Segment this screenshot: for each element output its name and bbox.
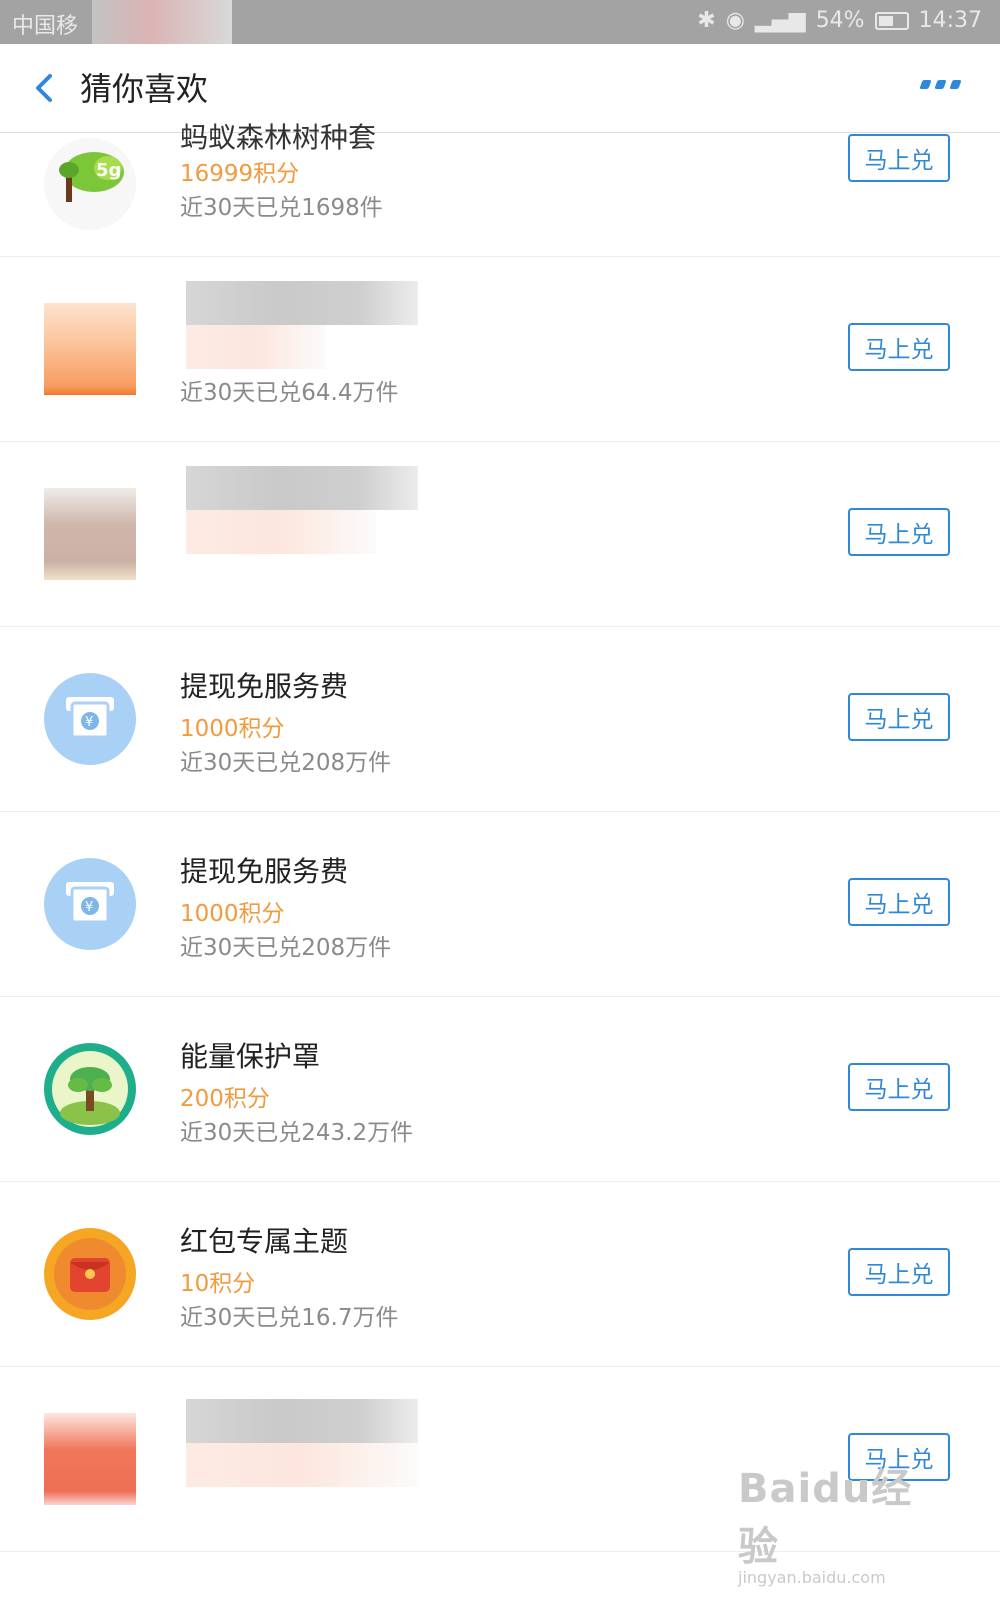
item-sold-count: 近30天已兑1698件 xyxy=(180,195,383,221)
blurred-points xyxy=(186,1443,418,1487)
carrier-label: 中国移 xyxy=(12,14,79,39)
bluetooth-icon: ✱ xyxy=(697,8,716,33)
item-name: 蚂蚁森林树种套 xyxy=(180,121,377,154)
page-title: 猜你喜欢 xyxy=(80,70,209,108)
blurred-red-icon xyxy=(44,1413,136,1505)
watermark: Baidu经验 jingyan.baidu.com xyxy=(738,1456,948,1587)
item-name: 提现免服务费 xyxy=(180,855,349,888)
blurred-points xyxy=(186,325,326,369)
item-sold-count: 近30天已兑208万件 xyxy=(180,935,392,961)
blurred-title xyxy=(186,1399,418,1443)
item-name: 提现免服务费 xyxy=(180,670,349,703)
list-item[interactable]: ¥ 提现免服务费 1000积分 近30天已兑208万件 马上兑 xyxy=(0,627,1000,812)
redeem-button[interactable]: 马上兑 xyxy=(848,323,950,371)
item-sold-count: 近30天已兑208万件 xyxy=(180,750,392,776)
clock: 14:37 xyxy=(918,8,982,33)
tree-shield-icon xyxy=(44,1043,136,1135)
back-arrow-icon[interactable] xyxy=(28,70,64,106)
svg-text:¥: ¥ xyxy=(85,900,93,915)
atm-withdraw-icon: ¥ xyxy=(44,858,136,950)
forest-tree-5g-icon: 5g xyxy=(44,138,136,230)
item-points: 1000积分 xyxy=(180,901,285,927)
item-points: 200积分 xyxy=(180,1086,270,1112)
navigation-bar: 猜你喜欢 xyxy=(0,44,1000,133)
signal-icon: ▂▄▆ xyxy=(754,8,806,33)
blurred-points xyxy=(186,510,376,554)
item-sold-count: 近30天已兑64.4万件 xyxy=(180,380,399,406)
item-points: 10积分 xyxy=(180,1271,256,1297)
watermark-logo: Baidu经验 xyxy=(738,1466,913,1570)
atm-withdraw-icon: ¥ xyxy=(44,673,136,765)
status-icons: ✱ ◉ ▂▄▆ 54% 14:37 xyxy=(697,8,982,33)
svg-text:5g: 5g xyxy=(96,160,121,181)
blurred-title xyxy=(186,466,418,510)
list-item[interactable]: 5g 蚂蚁森林树种套 16999积分 近30天已兑1698件 马上兑 xyxy=(0,121,1000,257)
list-item[interactable]: 能量保护罩 200积分 近30天已兑243.2万件 马上兑 xyxy=(0,997,1000,1182)
redeem-button[interactable]: 马上兑 xyxy=(848,1063,950,1111)
product-list: 5g 蚂蚁森林树种套 16999积分 近30天已兑1698件 马上兑 近30天已… xyxy=(0,121,1000,1552)
eye-icon: ◉ xyxy=(725,8,745,33)
redeem-button[interactable]: 马上兑 xyxy=(848,1248,950,1296)
redeem-button[interactable]: 马上兑 xyxy=(848,134,950,182)
item-sold-count: 近30天已兑16.7万件 xyxy=(180,1305,399,1331)
list-item[interactable]: 马上兑 xyxy=(0,442,1000,627)
blurred-title xyxy=(186,281,418,325)
svg-text:¥: ¥ xyxy=(85,715,93,730)
watermark-url: jingyan.baidu.com xyxy=(738,1568,886,1587)
blurred-orange-icon xyxy=(44,303,136,395)
list-item[interactable]: 红包专属主题 10积分 近30天已兑16.7万件 马上兑 xyxy=(0,1182,1000,1367)
red-envelope-icon xyxy=(44,1228,136,1320)
item-sold-count: 近30天已兑243.2万件 xyxy=(180,1120,414,1146)
battery-icon xyxy=(874,11,909,30)
redeem-button[interactable]: 马上兑 xyxy=(848,878,950,926)
item-points: 1000积分 xyxy=(180,716,285,742)
blurred-brown-icon xyxy=(44,488,136,580)
item-name: 能量保护罩 xyxy=(180,1040,321,1073)
item-name: 红包专属主题 xyxy=(180,1225,349,1258)
list-item[interactable]: 近30天已兑64.4万件 马上兑 xyxy=(0,257,1000,442)
redeem-button[interactable]: 马上兑 xyxy=(848,693,950,741)
item-points: 16999积分 xyxy=(180,161,300,187)
redeem-button[interactable]: 马上兑 xyxy=(848,508,950,556)
battery-percent: 54% xyxy=(815,8,865,33)
more-options-icon[interactable] xyxy=(919,80,962,89)
list-item[interactable]: ¥ 提现免服务费 1000积分 近30天已兑208万件 马上兑 xyxy=(0,812,1000,997)
